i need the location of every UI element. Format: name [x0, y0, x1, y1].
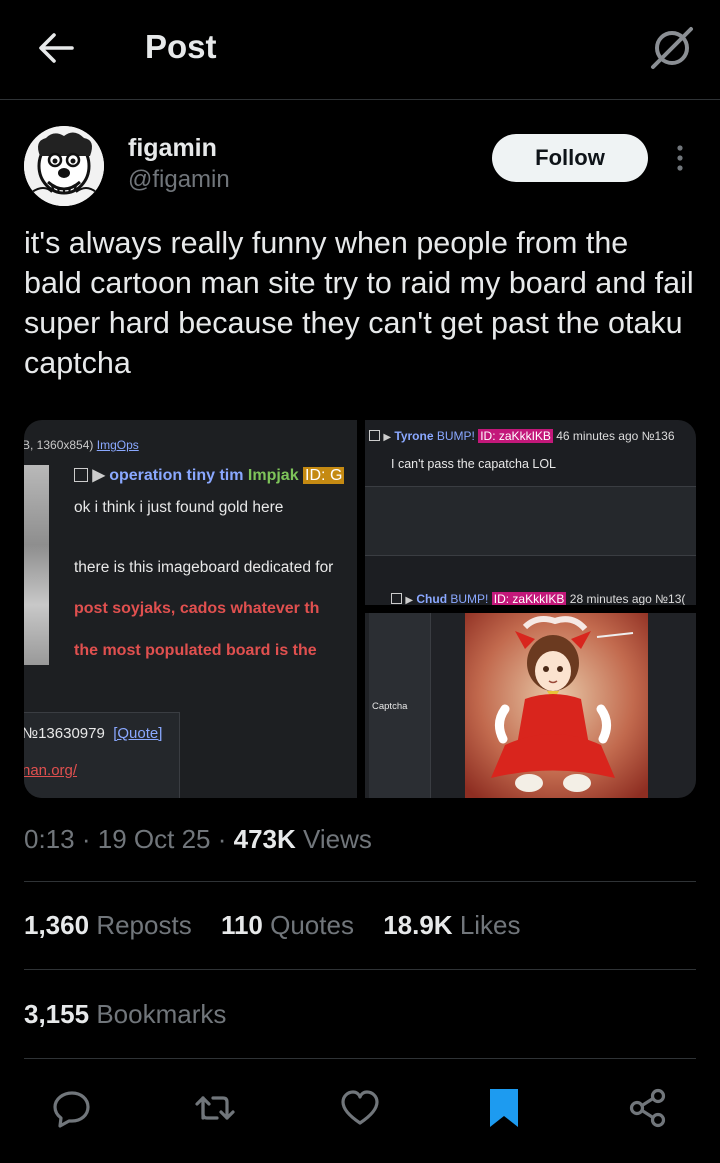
like-button[interactable]: [338, 1086, 382, 1130]
likes-count: 18.9K: [383, 910, 453, 940]
bookmark-icon: [490, 1089, 518, 1127]
grok-button[interactable]: [646, 22, 698, 74]
arrow-left-icon: [39, 33, 74, 63]
divider: [24, 881, 696, 882]
media-image-2[interactable]: ▶ Tyrone BUMP! ID: zaKkkIKB 46 minutes a…: [365, 420, 696, 605]
quotes-count: 110: [220, 910, 263, 940]
triangle-right-icon: ▶: [383, 432, 392, 443]
share-icon: [629, 1088, 666, 1128]
top-bar: Post: [0, 0, 720, 100]
repost-icon: [195, 1096, 235, 1120]
captcha-label: Captcha: [372, 701, 408, 712]
media-image-1[interactable]: B, 1360x854) ImgOps ▶ operation tiny tim…: [24, 420, 357, 798]
poster-name-2: Chud: [416, 592, 448, 605]
post-red-line-1: post soyjaks, cados whatever th: [74, 600, 320, 617]
post-divider: [365, 486, 696, 556]
checkbox-icon: [391, 593, 402, 604]
reply-icon: [53, 1091, 90, 1128]
post-time: 46 minutes ago №136: [556, 429, 675, 443]
bookmarks-stat[interactable]: 3,155 Bookmarks: [24, 999, 226, 1030]
like-icon: [341, 1090, 379, 1125]
bump-label: BUMP!: [436, 429, 475, 443]
file-info: B, 1360x854): [24, 438, 94, 452]
checkbox-icon: [369, 430, 380, 441]
likes-stat[interactable]: 18.9K Likes: [383, 910, 520, 940]
quote-link: [Quote]: [113, 725, 163, 742]
post-time-2: 28 minutes ago №13(: [569, 592, 686, 605]
bookmark-button[interactable]: [482, 1086, 526, 1130]
id-badge: ID: zaKkkIKB: [478, 429, 553, 443]
more-vertical-icon: [677, 145, 683, 171]
reposts-count: 1,360: [24, 910, 90, 940]
reply-button[interactable]: [50, 1086, 94, 1130]
meta-separator-2: ·: [217, 824, 227, 854]
reposts-stat[interactable]: 1,360 Reposts: [24, 910, 192, 940]
quotes-label: Quotes: [270, 910, 354, 940]
engagement-stats: 1,360 Reposts 110 Quotes 18.9K Likes: [24, 910, 543, 941]
post-message: I can't pass the capatcha LOL: [391, 457, 556, 471]
bookmarks-count: 3,155: [24, 999, 90, 1029]
post-line-2: there is this imageboard dedicated for: [74, 559, 334, 576]
views-count: 473K: [233, 824, 296, 854]
post-meta: 0:13 · 19 Oct 25 · 473K Views: [24, 824, 372, 855]
poster-name: operation tiny tim: [109, 467, 244, 484]
views-label: Views: [303, 824, 372, 854]
poster-name-2: Impjak: [247, 467, 299, 484]
imgops-link: ImgOps: [96, 438, 139, 452]
reposts-label: Reposts: [96, 910, 192, 940]
post-text: it's always really funny when people fro…: [24, 226, 694, 380]
post-red-line-2: the most populated board is the: [74, 642, 317, 659]
media-grid[interactable]: B, 1360x854) ImgOps ▶ operation tiny tim…: [24, 420, 696, 798]
author-display-name[interactable]: figamin: [128, 134, 217, 163]
image-thumbnail-strip: [24, 465, 49, 665]
checkbox-icon: [74, 468, 88, 482]
post-date[interactable]: 19 Oct 25: [98, 824, 211, 854]
id-badge-2: ID: zaKkkIKB: [491, 592, 567, 605]
bump-label-2: BUMP!: [450, 592, 489, 605]
repost-button[interactable]: [193, 1086, 237, 1130]
site-link: nan.org/: [24, 762, 78, 779]
post-number: №13630979: [24, 725, 105, 742]
triangle-right-icon: ▶: [92, 467, 105, 484]
poster-name: Tyrone: [394, 429, 434, 443]
back-button[interactable]: [34, 26, 78, 70]
bookmarks-label: Bookmarks: [96, 999, 227, 1029]
likes-label: Likes: [459, 910, 521, 940]
follow-button[interactable]: Follow: [492, 134, 648, 182]
page-title: Post: [145, 28, 217, 65]
divider: [24, 969, 696, 970]
avatar[interactable]: [24, 126, 104, 206]
media-image-3[interactable]: Captcha: [365, 613, 696, 798]
author-handle[interactable]: @figamin: [128, 166, 230, 194]
id-badge: ID: G: [303, 467, 345, 484]
meta-separator: ·: [81, 824, 91, 854]
more-options-button[interactable]: [668, 144, 692, 174]
triangle-right-icon: ▶: [405, 595, 414, 605]
post-line-1: ok i think i just found gold here: [74, 499, 284, 516]
share-button[interactable]: [626, 1086, 670, 1130]
quotes-stat[interactable]: 110 Quotes: [221, 910, 354, 940]
avatar-image: [24, 126, 104, 206]
captcha-image: [465, 613, 648, 798]
divider: [24, 1058, 696, 1059]
grok-icon: [651, 27, 693, 69]
post-time[interactable]: 0:13: [24, 824, 75, 854]
